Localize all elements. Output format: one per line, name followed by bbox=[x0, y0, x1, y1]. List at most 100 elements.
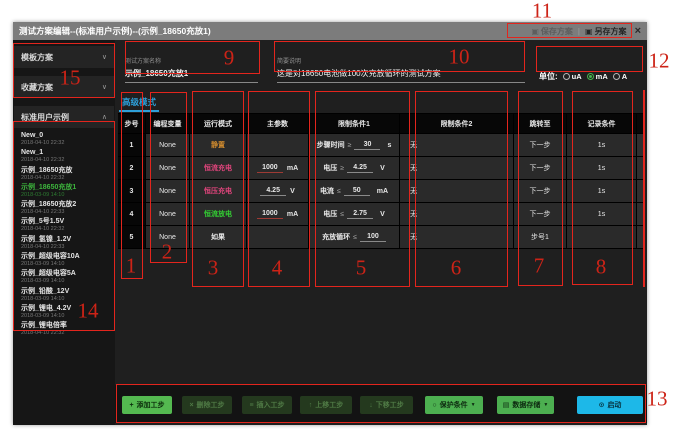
limit1-cell[interactable]: 步骤时间 ≥ 30 s bbox=[309, 134, 400, 156]
scrollbar-strip[interactable] bbox=[637, 157, 644, 179]
data-storage-button[interactable]: ▤ 数据存储 ▼ bbox=[497, 396, 554, 414]
list-item[interactable]: 示例_超级电容10A 2018-03-09 14:10 bbox=[14, 251, 114, 268]
sidebar-section-template-plans[interactable]: 模板方案 ∨ bbox=[14, 46, 114, 68]
col-header-param: 主参数 bbox=[247, 114, 309, 133]
record-cell[interactable] bbox=[567, 226, 637, 248]
plan-description-input[interactable]: 这是对18650电池做100次充放循环的测试方案 bbox=[277, 66, 525, 83]
list-item[interactable]: 示例_5号1.5V 2018-04-10 22:32 bbox=[14, 216, 114, 233]
limit1-cell[interactable]: 电流 ≤ 50 mA bbox=[309, 180, 400, 202]
param-input[interactable]: 4.25 bbox=[260, 187, 286, 196]
chevron-down-icon: ∨ bbox=[102, 53, 107, 61]
limit1-cell[interactable]: 电压 ≤ 2.75 V bbox=[309, 203, 400, 225]
annotation-number: 11 bbox=[532, 1, 552, 22]
window-body: 模板方案 ∨ 收藏方案 ∨ 标准用户示例 ∧ New_0 2018-04-10 … bbox=[13, 40, 647, 425]
sidebar-section-favorite-plans[interactable]: 收藏方案 ∨ bbox=[14, 76, 114, 98]
unit-radio-ua[interactable]: uA bbox=[563, 72, 582, 81]
plan-description-field: 简要说明 这是对18650电池做100次充放循环的测试方案 bbox=[277, 58, 525, 83]
col-header-variable: 编程变量 bbox=[146, 114, 190, 133]
limit2-cell[interactable]: 无 bbox=[400, 134, 514, 156]
param-cell[interactable]: 1000 mA bbox=[247, 203, 309, 225]
run-mode-cell[interactable]: 恒压充电 bbox=[190, 180, 247, 202]
table-row: 3 None 恒压充电 4.25 V 电流 ≤ 50 mA bbox=[118, 180, 644, 203]
record-cell[interactable]: 1s bbox=[567, 157, 637, 179]
jump-cell[interactable]: 下一步 bbox=[514, 180, 567, 202]
list-item[interactable]: 示例_氢镍_1.2V 2018-04-10 22:33 bbox=[14, 234, 114, 251]
param-cell[interactable] bbox=[247, 134, 309, 156]
jump-cell[interactable]: 下一步 bbox=[514, 134, 567, 156]
limit1-input[interactable]: 100 bbox=[360, 233, 386, 242]
list-item[interactable]: 示例_锂电倍率 2018-04-10 22:32 bbox=[14, 320, 114, 337]
param-cell[interactable]: 1000 mA bbox=[247, 157, 309, 179]
list-item[interactable]: 示例_铅酸_12V 2018-03-09 14:10 bbox=[14, 286, 114, 303]
plan-description-label: 简要说明 bbox=[277, 58, 525, 66]
record-cell[interactable]: 1s bbox=[567, 180, 637, 202]
variable-cell[interactable]: None bbox=[146, 157, 190, 179]
move-down-button[interactable]: ↓ 下移工步 bbox=[360, 396, 413, 414]
unit-radio-a[interactable]: A bbox=[613, 72, 627, 81]
jump-cell[interactable]: 下一步 bbox=[514, 157, 567, 179]
table-row: 4 None 恒流放电 1000 mA 电压 ≤ 2.75 V bbox=[118, 203, 644, 226]
record-cell[interactable]: 1s bbox=[567, 203, 637, 225]
list-item[interactable]: 示例_18650充放2 2018-04-10 22:33 bbox=[14, 199, 114, 216]
limit2-cell[interactable]: 无 bbox=[400, 226, 514, 248]
save-plan-button[interactable]: ▣ 保存方案 bbox=[531, 26, 573, 37]
limit1-input[interactable]: 30 bbox=[354, 141, 380, 150]
save-disk-icon: ▣ bbox=[585, 27, 593, 36]
variable-cell[interactable]: None bbox=[146, 134, 190, 156]
run-mode-cell[interactable]: 静置 bbox=[190, 134, 247, 156]
sidebar-section-standard-user-examples[interactable]: 标准用户示例 ∧ bbox=[14, 106, 114, 128]
limit1-cell[interactable]: 电压 ≥ 4.25 V bbox=[309, 157, 400, 179]
param-cell[interactable] bbox=[247, 226, 309, 248]
start-button[interactable]: ⊙ 启动 bbox=[577, 396, 643, 414]
scrollbar-strip[interactable] bbox=[637, 180, 644, 202]
col-header-jump: 跳转至 bbox=[514, 114, 567, 133]
limit2-cell[interactable]: 无 bbox=[400, 180, 514, 202]
insert-step-button[interactable]: ≡ 插入工步 bbox=[242, 396, 292, 414]
tab-advanced-mode[interactable]: 高级模式 bbox=[119, 95, 159, 112]
power-icon: ⊙ bbox=[599, 401, 605, 409]
list-item[interactable]: 示例_锂电_4.2V 2018-03-09 14:10 bbox=[14, 303, 114, 320]
scrollbar-strip[interactable] bbox=[637, 134, 644, 156]
limit2-cell[interactable]: 无 bbox=[400, 203, 514, 225]
save-as-plan-button[interactable]: ▣ 另存方案 bbox=[585, 26, 627, 37]
delete-step-button[interactable]: × 删除工步 bbox=[182, 396, 232, 414]
limit1-input[interactable]: 2.75 bbox=[347, 210, 373, 219]
titlebar-separator: | bbox=[578, 27, 580, 36]
radio-icon bbox=[613, 73, 620, 80]
list-item[interactable]: 示例_超级电容5A 2018-03-09 14:10 bbox=[14, 268, 114, 285]
run-mode-cell[interactable]: 如果 bbox=[190, 226, 247, 248]
plan-name-input[interactable]: 示例_18650充放1 bbox=[125, 66, 258, 83]
step-number: 2 bbox=[118, 157, 146, 179]
table-header-row: 步号 编程变量 运行模式 主参数 限制条件1 限制条件2 跳转至 记录条件 bbox=[118, 114, 644, 134]
variable-cell[interactable]: None bbox=[146, 203, 190, 225]
variable-cell[interactable]: None bbox=[146, 180, 190, 202]
variable-cell[interactable]: None bbox=[146, 226, 190, 248]
list-item-selected[interactable]: 示例_18650充放1 2018-03-09 14:10 bbox=[14, 182, 114, 199]
param-input[interactable]: 1000 bbox=[257, 210, 283, 219]
table-row: 5 None 如果 充放循环 ≤ 100 无 bbox=[118, 226, 644, 249]
list-item[interactable]: 示例_18650充放 2018-04-10 22:32 bbox=[14, 165, 114, 182]
jump-cell[interactable]: 步号1 bbox=[514, 226, 567, 248]
run-mode-cell[interactable]: 恒流放电 bbox=[190, 203, 247, 225]
record-cell[interactable]: 1s bbox=[567, 134, 637, 156]
param-cell[interactable]: 4.25 V bbox=[247, 180, 309, 202]
delete-icon: × bbox=[189, 402, 193, 409]
limit1-input[interactable]: 50 bbox=[344, 187, 370, 196]
protection-conditions-button[interactable]: ○ 保护条件 ▼ bbox=[425, 396, 483, 414]
run-mode-cell[interactable]: 恒流充电 bbox=[190, 157, 247, 179]
unit-radio-ma[interactable]: mA bbox=[587, 72, 608, 81]
scrollbar-strip[interactable] bbox=[637, 203, 644, 225]
dropdown-icon: ▼ bbox=[543, 402, 548, 408]
limit2-cell[interactable]: 无 bbox=[400, 157, 514, 179]
add-step-button[interactable]: + 添加工步 bbox=[122, 396, 172, 414]
jump-cell[interactable]: 下一步 bbox=[514, 203, 567, 225]
close-icon[interactable]: × bbox=[635, 25, 641, 37]
param-input[interactable]: 1000 bbox=[257, 164, 283, 173]
shield-icon: ○ bbox=[432, 402, 436, 409]
list-item[interactable]: New_1 2018-04-10 22:32 bbox=[14, 147, 114, 164]
scrollbar-strip[interactable] bbox=[637, 226, 644, 248]
limit1-cell[interactable]: 充放循环 ≤ 100 bbox=[309, 226, 400, 248]
move-up-button[interactable]: ↑ 上移工步 bbox=[300, 396, 352, 414]
list-item[interactable]: New_0 2018-04-10 22:32 bbox=[14, 130, 114, 147]
limit1-input[interactable]: 4.25 bbox=[347, 164, 373, 173]
